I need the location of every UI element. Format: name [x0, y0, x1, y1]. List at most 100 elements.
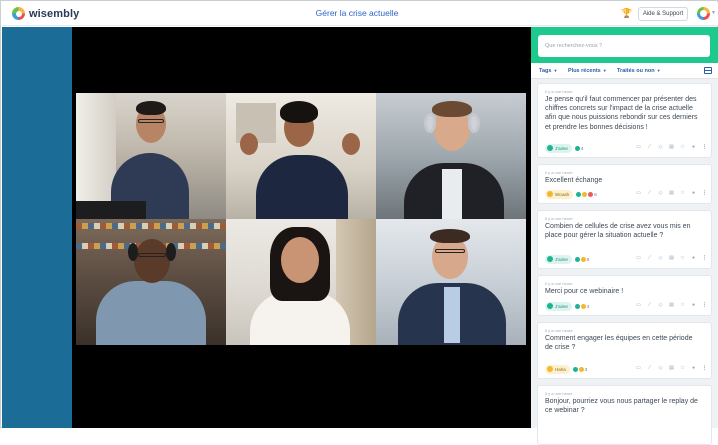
trophy-icon[interactable]: 🏆	[621, 8, 632, 19]
reaction-icon	[574, 145, 580, 151]
display-icon[interactable]: ▤	[669, 145, 674, 150]
more-icon[interactable]: ⋮	[702, 303, 707, 308]
reaction-icon	[588, 191, 594, 197]
comment-icon[interactable]: ▭	[636, 256, 641, 261]
question-card[interactable]: Il y a une heure Bonjour, pourriez vous …	[537, 385, 712, 445]
reaction-icon	[576, 191, 582, 197]
question-text: Merci pour ce webinaire !	[545, 288, 624, 295]
filter-sort[interactable]: Plus récents ▼	[568, 68, 607, 74]
question-card[interactable]: Il y a une heure Excellent échange Wouah…	[537, 164, 712, 204]
pin-icon[interactable]: ⟋	[647, 191, 652, 196]
question-actions: ▭ ⟋ ◇ ▤ ☆ ● ⋮	[636, 256, 707, 261]
star-icon[interactable]: ☆	[680, 191, 685, 196]
question-timestamp: Il y a une heure	[545, 170, 573, 175]
question-text: Je pense qu'il faut commencer par présen…	[545, 96, 698, 131]
reaction-pill[interactable]: Wouah	[545, 189, 574, 199]
display-icon[interactable]: ▤	[669, 303, 674, 308]
reaction-pill[interactable]: J'aime	[545, 143, 572, 153]
participant-video-tile	[76, 219, 226, 345]
star-icon[interactable]: ☆	[680, 303, 685, 308]
check-icon[interactable]: ●	[691, 145, 696, 150]
more-icon[interactable]: ⋮	[702, 256, 707, 261]
reaction-count: 6	[594, 191, 597, 197]
question-text: Comment engager les équipes en cette pér…	[545, 335, 693, 352]
reaction-pill[interactable]: J'aime	[545, 254, 572, 264]
tag-icon[interactable]: ◇	[658, 303, 663, 308]
reaction-pill[interactable]: Haha	[545, 364, 570, 374]
reaction-icon	[580, 256, 586, 262]
filter-sort-label: Plus récents	[568, 68, 601, 74]
reaction-count: 4	[580, 145, 584, 151]
display-icon[interactable]: ▤	[669, 191, 674, 196]
tag-icon[interactable]: ◇	[658, 191, 663, 196]
star-icon[interactable]: ☆	[680, 366, 685, 371]
page-title: Gérer la crise actuelle	[315, 8, 399, 18]
filter-tags-label: Tags	[539, 68, 552, 74]
pin-icon[interactable]: ⟋	[647, 303, 652, 308]
reaction-counter: 4	[574, 303, 589, 309]
check-icon[interactable]: ●	[691, 303, 696, 308]
more-icon[interactable]: ⋮	[702, 145, 707, 150]
chevron-down-icon: ▼	[602, 68, 607, 73]
question-footer: J'aime 5	[545, 254, 589, 264]
help-support-button[interactable]: Aide & Support	[638, 7, 688, 21]
participant-video-tile	[376, 93, 526, 219]
reaction-pill-label: J'aime	[555, 303, 568, 309]
comment-icon[interactable]: ▭	[636, 145, 641, 150]
reaction-pill[interactable]: J'aime	[545, 301, 572, 311]
pin-icon[interactable]: ⟋	[647, 366, 652, 371]
pin-icon[interactable]: ⟋	[647, 256, 652, 261]
chevron-down-icon: ▼	[656, 68, 661, 73]
question-card[interactable]: Il y a une heure Combien de cellules de …	[537, 210, 712, 269]
reaction-pill-label: J'aime	[555, 256, 568, 262]
reaction-count: 3	[584, 366, 588, 372]
more-icon[interactable]: ⋮	[702, 191, 707, 196]
comment-icon[interactable]: ▭	[636, 303, 641, 308]
question-footer: J'aime 4	[545, 143, 583, 153]
reaction-icon	[582, 191, 588, 197]
pin-icon[interactable]: ⟋	[647, 145, 652, 150]
reaction-counter: 6	[576, 191, 597, 197]
participant-video-tile	[76, 93, 226, 219]
display-icon[interactable]: ▤	[669, 366, 674, 371]
filter-status[interactable]: Traités ou non ▼	[617, 68, 661, 74]
wisembly-logo[interactable]: wisembly	[12, 7, 79, 20]
layout-toggle-icon[interactable]	[704, 67, 712, 74]
question-card[interactable]: Il y a une heure Merci pour ce webinaire…	[537, 275, 712, 316]
tag-icon[interactable]: ◇	[658, 256, 663, 261]
question-text: Excellent échange	[545, 177, 603, 184]
check-icon[interactable]: ●	[691, 256, 696, 261]
like-icon	[547, 256, 553, 262]
reaction-icon	[580, 303, 586, 309]
chevron-down-icon[interactable]: ▼	[711, 10, 716, 16]
question-timestamp: Il y a une heure	[545, 89, 573, 94]
check-icon[interactable]: ●	[691, 366, 696, 371]
display-icon[interactable]: ▤	[669, 256, 674, 261]
tag-icon[interactable]: ◇	[658, 366, 663, 371]
star-icon[interactable]: ☆	[680, 145, 685, 150]
question-footer: Haha 3	[545, 364, 587, 374]
questions-panel: Que recherchez-vous ? Tags ▼ Plus récents…	[531, 27, 718, 445]
reaction-pill-label: Haha	[555, 366, 566, 372]
question-actions: ▭ ⟋ ◇ ▤ ☆ ● ⋮	[636, 303, 707, 308]
search-input[interactable]: Que recherchez-vous ?	[538, 35, 710, 57]
wow-icon	[547, 191, 553, 197]
question-timestamp: Il y a une heure	[545, 216, 573, 221]
question-timestamp: Il y a une heure	[545, 328, 573, 333]
question-card[interactable]: Il y a une heure Je pense qu'il faut com…	[537, 83, 712, 158]
star-icon[interactable]: ☆	[680, 256, 685, 261]
check-icon[interactable]: ●	[691, 191, 696, 196]
reaction-pill-label: Wouah	[555, 191, 570, 197]
filter-tags[interactable]: Tags ▼	[539, 68, 557, 74]
reaction-count: 5	[586, 256, 590, 262]
user-avatar[interactable]	[697, 7, 710, 20]
question-footer: Wouah 6	[545, 189, 597, 199]
comment-icon[interactable]: ▭	[636, 191, 641, 196]
reaction-pill-label: J'aime	[555, 145, 568, 151]
tag-icon[interactable]: ◇	[658, 145, 663, 150]
participant-video-tile	[376, 219, 526, 345]
more-icon[interactable]: ⋮	[702, 366, 707, 371]
question-footer: J'aime 4	[545, 301, 589, 311]
question-card[interactable]: Il y a une heure Comment engager les équ…	[537, 322, 712, 379]
comment-icon[interactable]: ▭	[636, 366, 641, 371]
